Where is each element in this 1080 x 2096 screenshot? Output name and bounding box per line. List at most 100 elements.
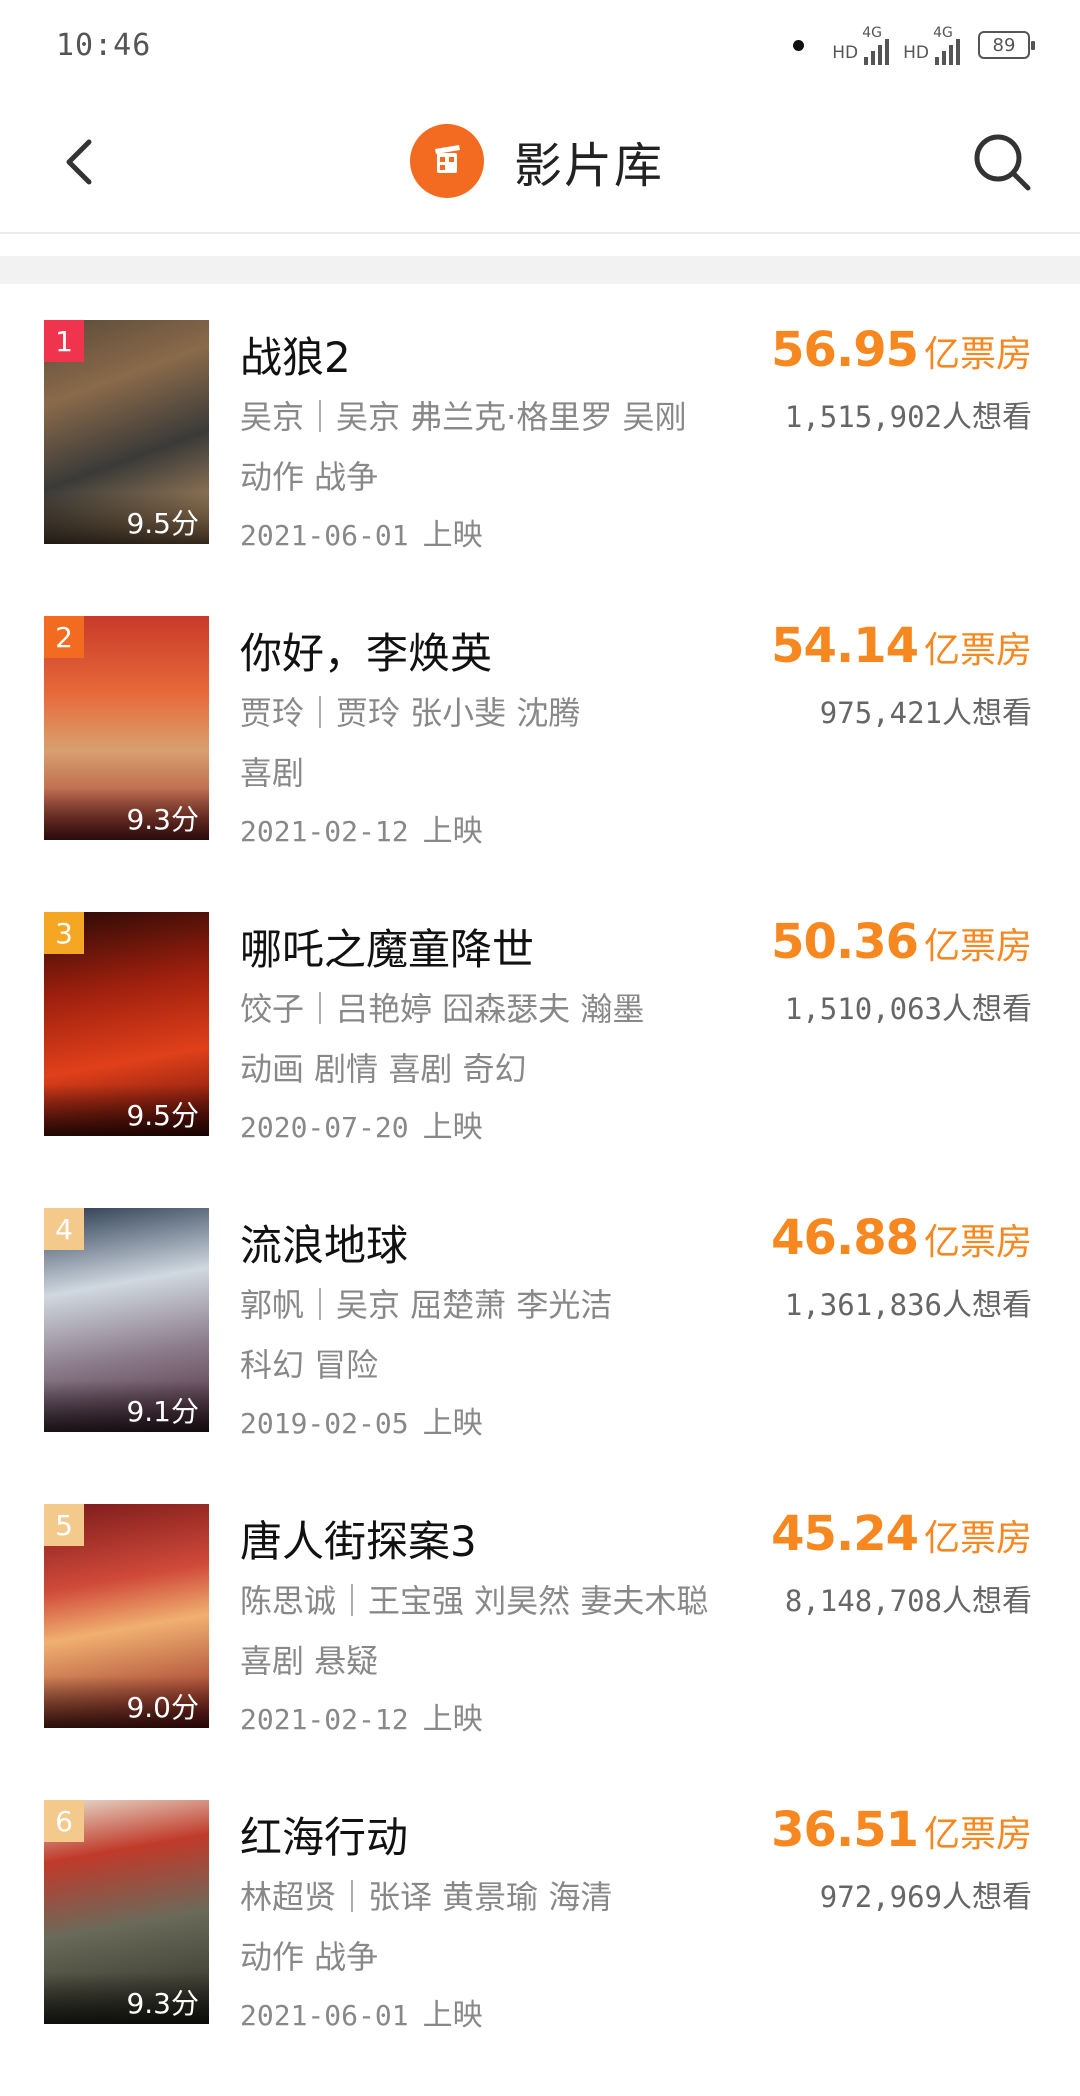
movie-title: 哪吒之魔童降世: [240, 925, 535, 974]
movie-title: 流浪地球: [240, 1221, 409, 1270]
movie-item[interactable]: 4 9.1分 流浪地球 郭帆｜吴京 屈楚萧 李光洁 科幻 冒险 2019-02-…: [0, 1208, 1080, 1504]
want-to-see: 1,361,836人想看: [785, 1280, 1032, 1324]
release-date: 2021-06-01: [240, 519, 409, 552]
box-office-value: 46.88: [771, 1210, 919, 1266]
box-office: 50.36 亿票房: [771, 914, 1032, 970]
box-office: 45.24 亿票房: [771, 1506, 1032, 1562]
movie-title: 红海行动: [240, 1813, 409, 1862]
nav-title-group: 影片库: [410, 124, 664, 198]
release-suffix: 上映: [422, 1998, 483, 2033]
movie-cast: 吴京｜吴京 弗兰克·格里罗 吴刚: [240, 398, 687, 436]
release-info: 2021-02-12 上映: [240, 806, 483, 850]
search-icon[interactable]: [970, 130, 1034, 194]
movie-genres: 动作 战争: [240, 1938, 379, 1976]
score-badge: 9.0分: [44, 1676, 209, 1728]
want-count: 1,361,836: [784, 1288, 942, 1322]
box-office-value: 50.36: [771, 914, 919, 970]
want-suffix: 人想看: [942, 400, 1032, 435]
want-count: 1,510,063: [784, 992, 942, 1026]
score-badge: 9.3分: [44, 788, 209, 840]
rank-badge: 2: [44, 616, 84, 658]
score-badge: 9.3分: [44, 1972, 209, 2024]
want-to-see: 8,148,708人想看: [785, 1576, 1032, 1620]
release-date: 2021-06-01: [240, 1999, 409, 2032]
movie-item[interactable]: 3 9.5分 哪吒之魔童降世 饺子｜吕艳婷 囧森瑟夫 瀚墨 动画 剧情 喜剧 奇…: [0, 912, 1080, 1208]
battery-icon: 89: [978, 31, 1035, 59]
signal-icon-2: HD 4G: [903, 25, 960, 65]
movie-title: 唐人街探案3: [240, 1517, 477, 1566]
release-date: 2019-02-05: [240, 1407, 409, 1440]
box-office-unit: 亿票房: [923, 334, 1032, 375]
release-suffix: 上映: [422, 1702, 483, 1737]
status-bar: 10:46 HD 4G HD 4G 89: [0, 0, 1080, 90]
release-date: 2021-02-12: [240, 1703, 409, 1736]
movie-genres: 动作 战争: [240, 458, 379, 496]
want-to-see: 972,969人想看: [820, 1872, 1032, 1916]
want-suffix: 人想看: [942, 696, 1032, 731]
score-badge: 9.5分: [44, 492, 209, 544]
movie-poster[interactable]: 3 9.5分: [44, 912, 209, 1136]
status-icons: HD 4G HD 4G 89: [793, 25, 1035, 65]
back-icon[interactable]: [55, 130, 105, 194]
movie-list: 1 9.5分 战狼2 吴京｜吴京 弗兰克·格里罗 吴刚 动作 战争 2021-0…: [0, 320, 1080, 2096]
score-badge: 9.5分: [44, 1084, 209, 1136]
want-to-see: 1,515,902人想看: [785, 392, 1032, 436]
box-office-value: 36.51: [771, 1802, 919, 1858]
status-time: 10:46: [56, 27, 152, 63]
movie-poster[interactable]: 2 9.3分: [44, 616, 209, 840]
movie-genres: 喜剧 悬疑: [240, 1642, 379, 1680]
movie-poster[interactable]: 1 9.5分: [44, 320, 209, 544]
box-office-unit: 亿票房: [923, 630, 1032, 671]
release-suffix: 上映: [422, 1406, 483, 1441]
box-office: 56.95 亿票房: [771, 322, 1032, 378]
want-suffix: 人想看: [942, 992, 1032, 1027]
score-badge: 9.1分: [44, 1380, 209, 1432]
movie-title: 战狼2: [240, 333, 351, 382]
box-office-unit: 亿票房: [923, 926, 1032, 967]
release-info: 2021-02-12 上映: [240, 1694, 483, 1738]
movie-cast: 饺子｜吕艳婷 囧森瑟夫 瀚墨: [240, 990, 645, 1028]
movie-genres: 喜剧: [240, 754, 305, 792]
box-office-value: 56.95: [771, 322, 919, 378]
rank-badge: 1: [44, 320, 84, 362]
want-count: 1,515,902: [784, 400, 942, 434]
box-office-unit: 亿票房: [923, 1518, 1032, 1559]
rank-badge: 3: [44, 912, 84, 954]
notification-dot-icon: [793, 39, 805, 51]
box-office-value: 54.14: [771, 618, 919, 674]
movie-cast: 贾玲｜贾玲 张小斐 沈腾: [240, 694, 581, 732]
movie-cast: 陈思诚｜王宝强 刘昊然 妻夫木聪: [240, 1582, 709, 1620]
release-info: 2021-06-01 上映: [240, 1990, 483, 2034]
want-count: 972,969: [819, 1880, 942, 1914]
film-logo-icon: [410, 124, 484, 198]
box-office: 54.14 亿票房: [771, 618, 1032, 674]
movie-genres: 动画 剧情 喜剧 奇幻: [240, 1050, 527, 1088]
box-office: 46.88 亿票房: [771, 1210, 1032, 1266]
want-count: 975,421: [819, 696, 942, 730]
movie-poster[interactable]: 4 9.1分: [44, 1208, 209, 1432]
movie-item[interactable]: 2 9.3分 你好，李焕英 贾玲｜贾玲 张小斐 沈腾 喜剧 2021-02-12…: [0, 616, 1080, 912]
rank-badge: 5: [44, 1504, 84, 1546]
movie-cast: 林超贤｜张译 黄景瑜 海清: [240, 1878, 613, 1916]
release-suffix: 上映: [422, 518, 483, 553]
movie-title: 你好，李焕英: [240, 629, 493, 678]
movie-cast: 郭帆｜吴京 屈楚萧 李光洁: [240, 1286, 613, 1324]
signal-icon: HD 4G: [832, 25, 890, 65]
release-info: 2020-07-20 上映: [240, 1102, 483, 1146]
release-suffix: 上映: [422, 1110, 483, 1145]
rank-badge: 6: [44, 1800, 84, 1842]
release-date: 2020-07-20: [240, 1111, 409, 1144]
movie-item[interactable]: 6 9.3分 红海行动 林超贤｜张译 黄景瑜 海清 动作 战争 2021-06-…: [0, 1800, 1080, 2096]
movie-item[interactable]: 5 9.0分 唐人街探案3 陈思诚｜王宝强 刘昊然 妻夫木聪 喜剧 悬疑 202…: [0, 1504, 1080, 1800]
want-suffix: 人想看: [942, 1584, 1032, 1619]
want-suffix: 人想看: [942, 1288, 1032, 1323]
movie-item[interactable]: 1 9.5分 战狼2 吴京｜吴京 弗兰克·格里罗 吴刚 动作 战争 2021-0…: [0, 320, 1080, 616]
want-suffix: 人想看: [942, 1880, 1032, 1915]
release-date: 2021-02-12: [240, 815, 409, 848]
box-office: 36.51 亿票房: [771, 1802, 1032, 1858]
movie-poster[interactable]: 5 9.0分: [44, 1504, 209, 1728]
movie-poster[interactable]: 6 9.3分: [44, 1800, 209, 2024]
want-to-see: 975,421人想看: [820, 688, 1032, 732]
want-count: 8,148,708: [784, 1584, 942, 1618]
top-nav: 影片库: [0, 90, 1080, 234]
